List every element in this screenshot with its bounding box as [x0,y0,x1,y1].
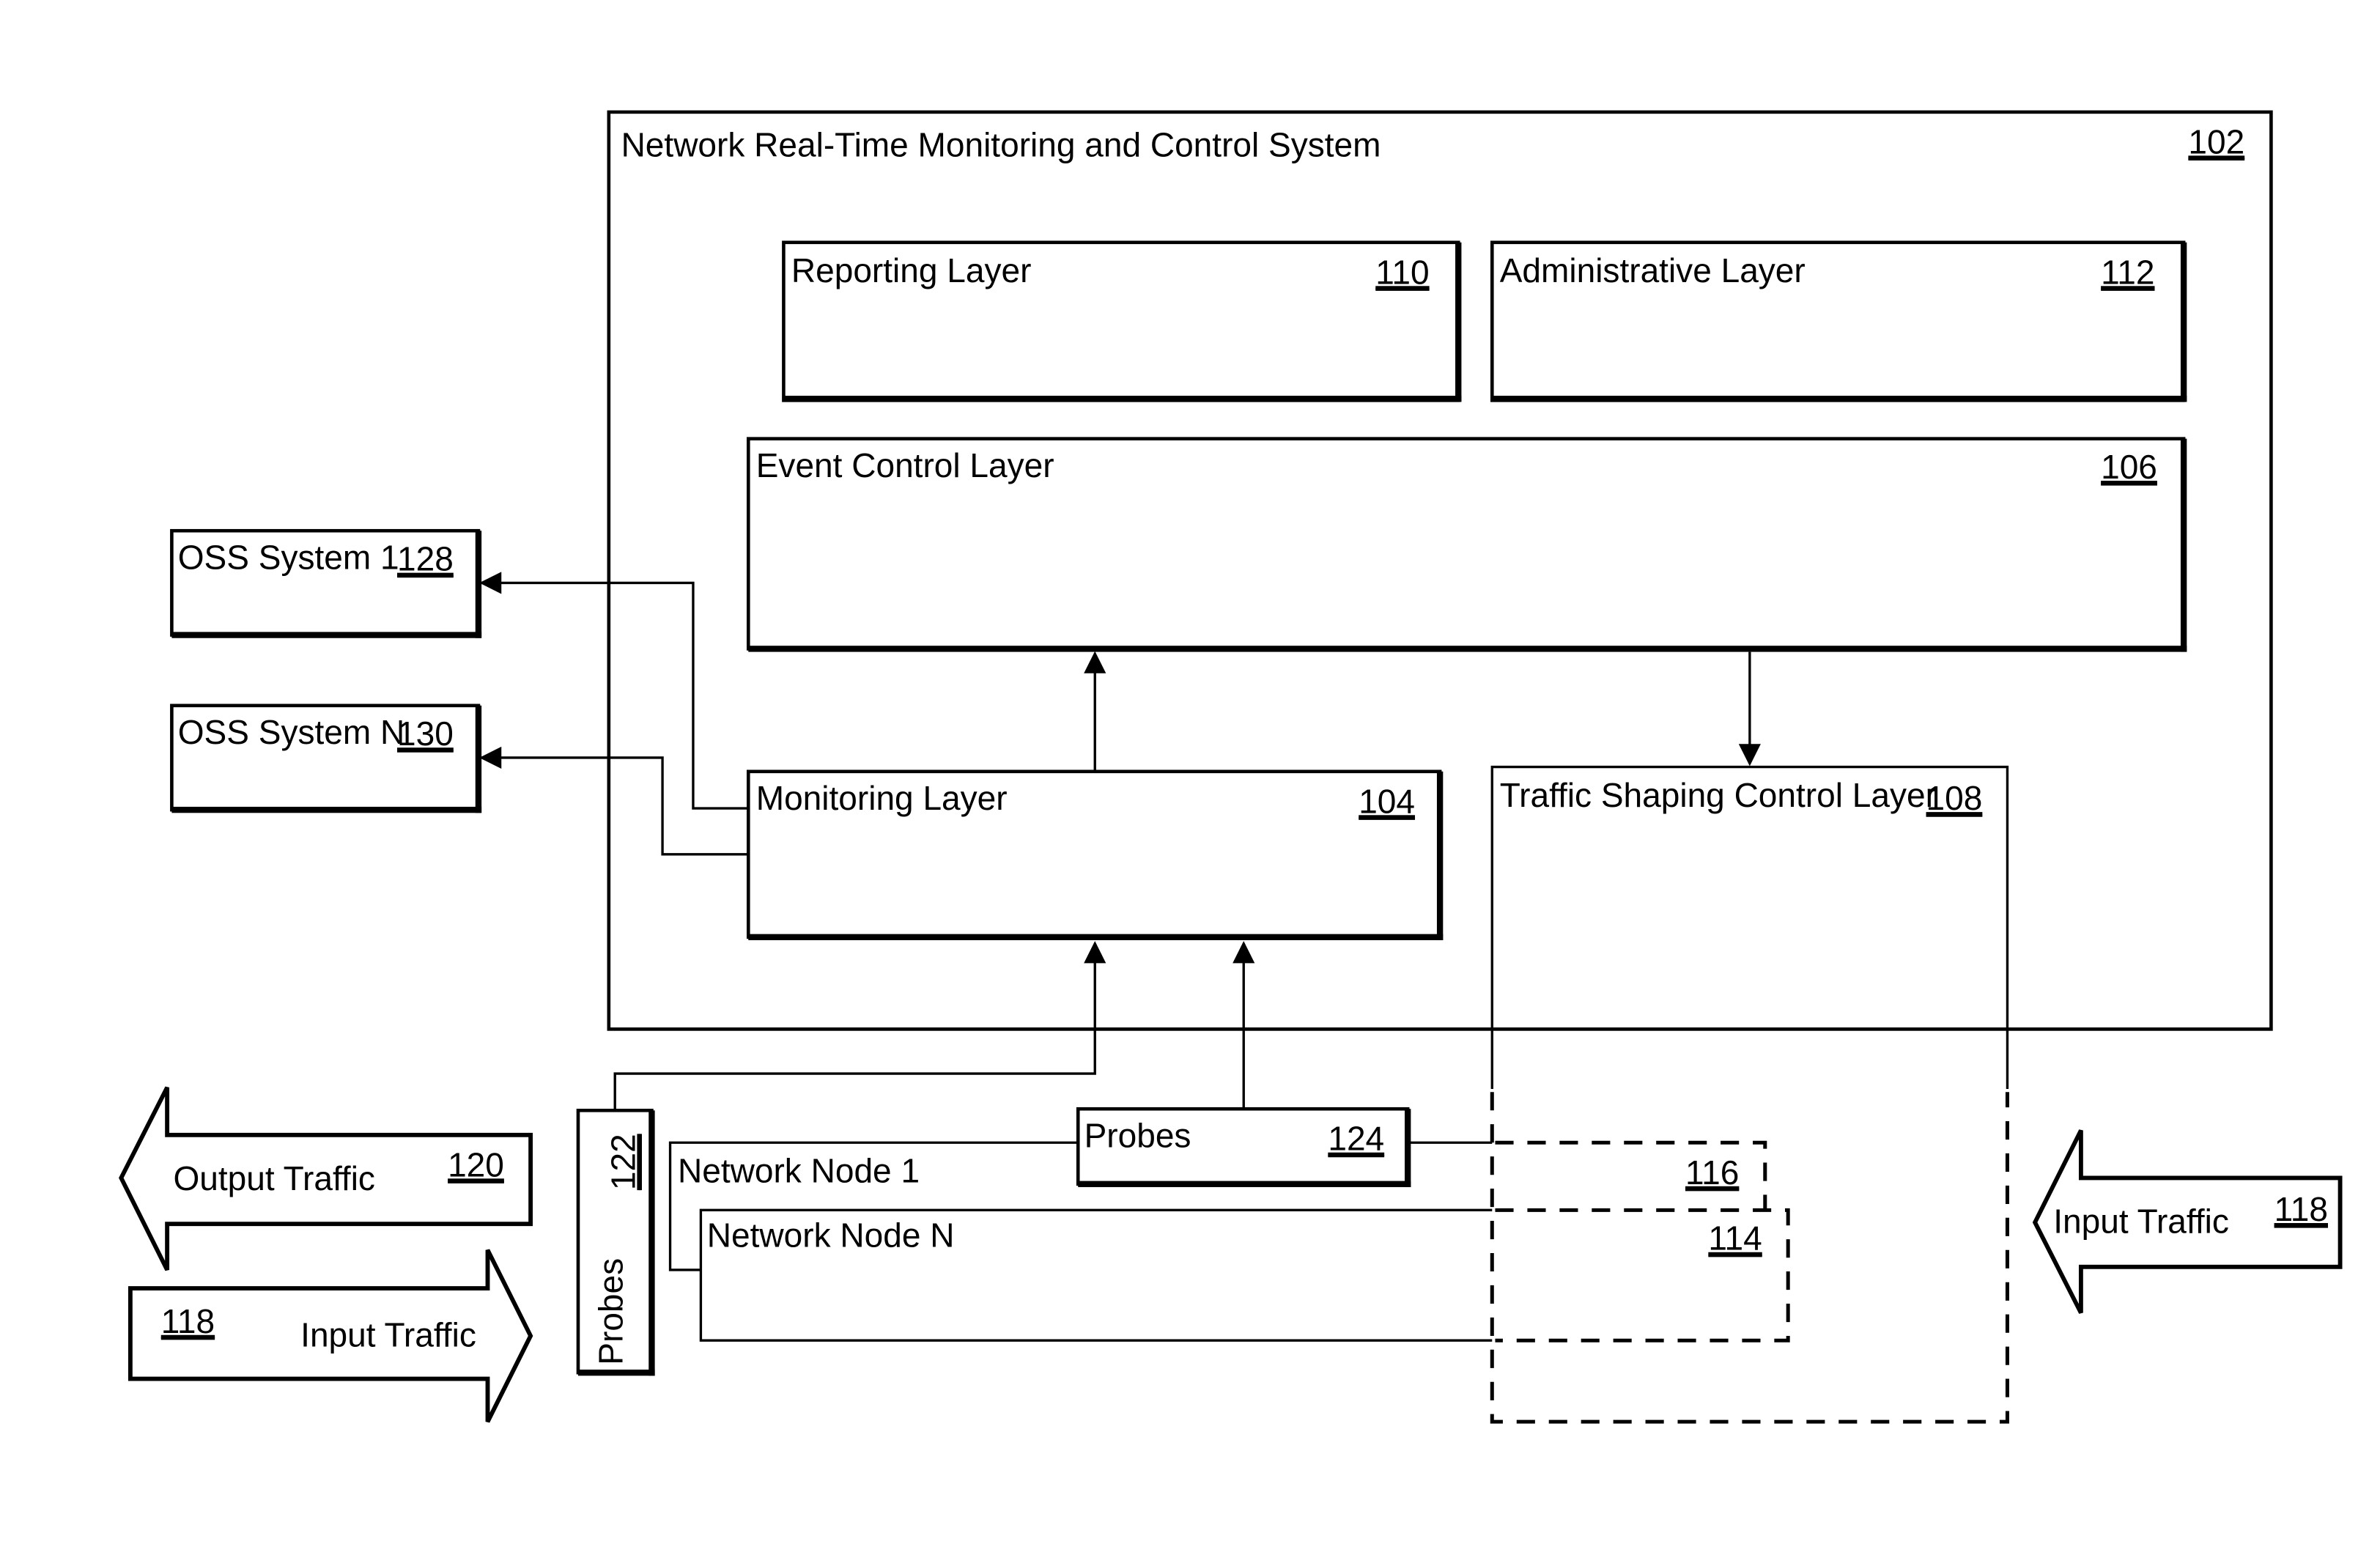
probes-122-label: Probes [592,1258,630,1365]
network-node-n-label: Network Node N [707,1216,955,1255]
oss-system-1-ref: 128 [397,540,454,578]
oss-system-1-box: OSS System 1 128 [170,528,482,638]
input-traffic-right-label: Input Traffic [2053,1203,2229,1241]
reporting-layer-box: Reporting Layer 110 [782,240,1462,402]
monitoring-layer-box: Monitoring Layer 104 [746,769,1444,941]
monitoring-layer-label: Monitoring Layer [756,779,1008,817]
monitoring-layer-ref: 104 [1359,782,1415,820]
probes-122-ref: 122 [604,1134,642,1190]
oss-system-n-box: OSS System N 130 [170,703,482,813]
system-label: Network Real-Time Monitoring and Control… [621,126,1381,164]
output-traffic-label: Output Traffic [173,1159,374,1197]
administrative-layer-box: Administrative Layer 112 [1490,240,2187,402]
probes-124-box: Probes 124 [1076,1107,1411,1187]
network-diagram: Network Real-Time Monitoring and Control… [119,110,2343,1424]
administrative-layer-label: Administrative Layer [1500,251,1806,289]
probes-124-label: Probes [1084,1117,1191,1155]
event-control-layer-label: Event Control Layer [756,446,1054,484]
reporting-layer-label: Reporting Layer [791,251,1032,289]
network-node-n-ref: 114 [1708,1219,1762,1257]
input-traffic-right-ref: 118 [2274,1190,2328,1228]
oss-system-n-label: OSS System N [178,713,405,751]
network-node-n-box: Network Node N 114 [699,1208,1790,1342]
output-traffic-ref: 120 [448,1145,504,1183]
probes-124-ref: 124 [1328,1120,1384,1158]
event-control-layer-box: Event Control Layer 106 [746,437,2187,652]
network-node-1-ref: 116 [1685,1153,1739,1192]
traffic-shaping-layer-ref: 108 [1926,779,1983,817]
input-traffic-right-arrow: Input Traffic 118 [2032,1129,2343,1314]
oss-system-1-label: OSS System 1 [178,539,399,577]
system-ref: 102 [2188,122,2244,160]
oss-system-n-ref: 130 [397,714,454,753]
reporting-layer-ref: 110 [1375,253,1429,291]
output-traffic-arrow: Output Traffic 120 [119,1086,533,1271]
probes-122-box: Probes 122 [576,1109,655,1376]
administrative-layer-ref: 112 [2101,253,2154,291]
traffic-shaping-layer-label: Traffic Shaping Control Layer [1500,776,1937,814]
input-traffic-left-label: Input Traffic [300,1316,476,1354]
network-node-1-label: Network Node 1 [678,1152,920,1190]
input-traffic-left-arrow: 118 Input Traffic [128,1249,533,1423]
input-traffic-left-ref: 118 [161,1302,215,1340]
event-control-layer-ref: 106 [2101,448,2157,486]
